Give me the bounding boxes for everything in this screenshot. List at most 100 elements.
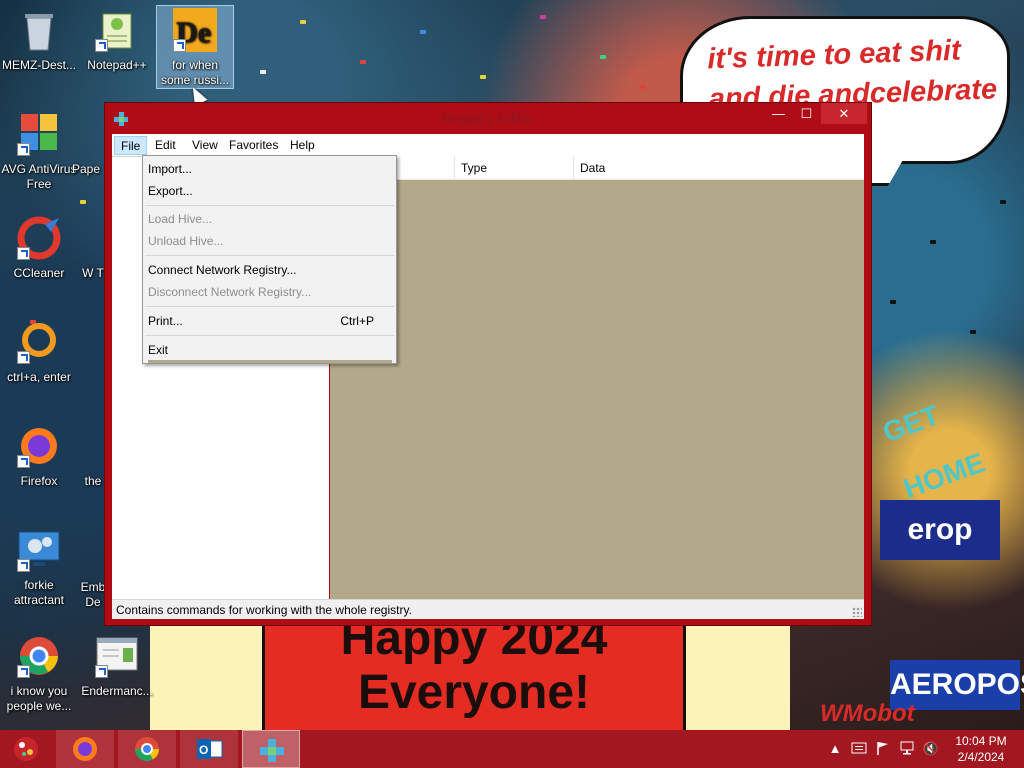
menu-file[interactable]: File: [114, 136, 148, 155]
desktop-icon-chrome[interactable]: i know you people we...: [0, 632, 78, 714]
maximize-button[interactable]: ☐: [793, 103, 820, 124]
firefox-icon: [71, 735, 99, 763]
desktop-icon-label: ctrl+a, enter: [7, 370, 71, 384]
menu-item-shortcut: Ctrl+P: [340, 314, 374, 328]
flag-icon[interactable]: [874, 740, 892, 758]
shortcut-arrow-icon: [95, 39, 108, 52]
confetti: [890, 300, 896, 304]
menu-item-label: Connect Network Registry...: [148, 263, 297, 277]
gears-monitor-icon: [15, 526, 63, 574]
confetti: [930, 240, 936, 244]
action-center-icon[interactable]: [850, 740, 868, 758]
firefox-icon: [15, 422, 63, 470]
confetti: [300, 20, 306, 24]
shortcut-arrow-icon: [17, 143, 30, 156]
start-button[interactable]: [0, 730, 52, 768]
generic-app-icon: [83, 214, 103, 262]
desktop-icon-label: MEMZ-Dest...: [2, 58, 76, 72]
die-app-icon: De: [171, 6, 219, 54]
recycle-bin-icon: [15, 6, 63, 54]
desktop-icon-label: the: [84, 474, 102, 488]
tray-chevron-icon[interactable]: ▲: [826, 740, 844, 758]
desktop-icon-endermanch[interactable]: Endermanc...: [78, 632, 156, 699]
outlook-icon: O: [195, 735, 223, 763]
menu-item-exit[interactable]: Exit: [145, 339, 394, 361]
taskbar-clock[interactable]: 10:04 PM 2/4/2024: [948, 733, 1014, 765]
desktop-icon-firefox[interactable]: Firefox: [0, 422, 78, 489]
menu-bottom-strip: [148, 360, 392, 363]
resize-grip-icon[interactable]: [852, 607, 862, 617]
desktop-icon-notepadpp[interactable]: Notepad++: [78, 6, 156, 73]
desktop-icon-label: forkie attractant: [13, 578, 65, 607]
confetti: [420, 30, 426, 34]
desktop-icon-label: CCleaner: [13, 266, 65, 280]
column-header-type[interactable]: Type: [455, 156, 574, 180]
menu-view[interactable]: View: [186, 136, 224, 155]
desktop-icon-label: i know you people we...: [6, 684, 72, 713]
column-header-data[interactable]: Data: [574, 156, 864, 180]
confetti: [260, 70, 266, 74]
desktop-icon-label: Pape: [71, 162, 101, 176]
shortcut-arrow-icon: [17, 247, 30, 260]
minimize-button[interactable]: —: [765, 103, 792, 124]
ccleaner-icon: [15, 214, 63, 262]
close-button[interactable]: ✕: [821, 103, 867, 124]
list-header: Type Data: [330, 156, 864, 180]
desktop-icon-label: Emb De: [80, 580, 106, 609]
menu-separator: [145, 205, 394, 206]
confetti: [540, 15, 546, 19]
chrome-icon: [133, 735, 161, 763]
document-window-icon: [93, 632, 141, 680]
title-bar[interactable]: Registry Editor — ☐ ✕: [105, 103, 871, 134]
menu-item-label: Unload Hive...: [148, 234, 224, 248]
desktop-icon-memz[interactable]: MEMZ-Dest...: [0, 6, 78, 73]
values-list-pane[interactable]: Type Data: [330, 156, 864, 599]
menu-item-export[interactable]: Export...: [145, 180, 394, 202]
volume-muted-icon[interactable]: 🔇: [922, 740, 940, 758]
menu-item-load-hive: Load Hive...: [145, 208, 394, 230]
confetti: [640, 85, 646, 89]
poster-text: Happy 2024 Everyone!: [340, 612, 608, 719]
confetti: [970, 330, 976, 334]
notepad-plus-plus-icon: [93, 6, 141, 54]
shortcut-arrow-icon: [17, 351, 30, 364]
menu-item-unload-hive: Unload Hive...: [145, 230, 394, 252]
billboard-text: erop: [880, 500, 1000, 560]
menu-item-label: Import...: [148, 162, 193, 176]
paper-icon: [76, 110, 96, 158]
taskbar-firefox[interactable]: [56, 730, 114, 768]
billboard-text: GET HOME: [878, 399, 989, 505]
taskbar-outlook[interactable]: O: [180, 730, 238, 768]
desktop-icon-forkie[interactable]: forkie attractant: [0, 526, 78, 608]
menu-item-label: Print...: [148, 314, 183, 328]
menu-item-label: Disconnect Network Registry...: [148, 285, 312, 299]
shortcut-arrow-icon: [17, 665, 30, 678]
taskbar-chrome[interactable]: [118, 730, 176, 768]
desktop-icon-label: for when some russi...: [160, 58, 229, 87]
desktop-icon-ctrl-a-enter[interactable]: ctrl+a, enter: [0, 318, 78, 385]
shortcut-arrow-icon: [17, 559, 30, 572]
taskbar-registry-editor[interactable]: [242, 730, 300, 768]
status-text: Contains commands for working with the w…: [116, 603, 412, 617]
clock-time: 10:04 PM: [955, 734, 1007, 748]
desktop-icon-paper[interactable]: Pape: [64, 110, 108, 177]
menu-help[interactable]: Help: [284, 136, 321, 155]
desktop-icon-label: Endermanc...: [81, 684, 153, 698]
menu-item-label: Load Hive...: [148, 212, 213, 226]
desktop-icon-label: Notepad++: [87, 58, 147, 72]
network-icon[interactable]: [898, 740, 916, 758]
menu-favorites[interactable]: Favorites: [223, 136, 284, 155]
desktop-icon-for-when[interactable]: De for when some russi...: [156, 5, 234, 89]
svg-text:O: O: [199, 743, 208, 757]
window-title: Registry Editor: [442, 110, 534, 126]
confetti: [1000, 200, 1006, 204]
menu-separator: [145, 255, 394, 256]
chrome-icon: [15, 632, 63, 680]
confetti: [480, 75, 486, 79]
menu-item-connect-network-registry[interactable]: Connect Network Registry...: [145, 259, 394, 281]
menu-item-print[interactable]: Print... Ctrl+P: [145, 310, 394, 332]
desktop-icon-label: Firefox: [20, 474, 58, 488]
desktop-icon-ccleaner[interactable]: CCleaner: [0, 214, 78, 281]
menu-edit[interactable]: Edit: [149, 136, 182, 155]
menu-item-import[interactable]: Import...: [145, 158, 394, 180]
